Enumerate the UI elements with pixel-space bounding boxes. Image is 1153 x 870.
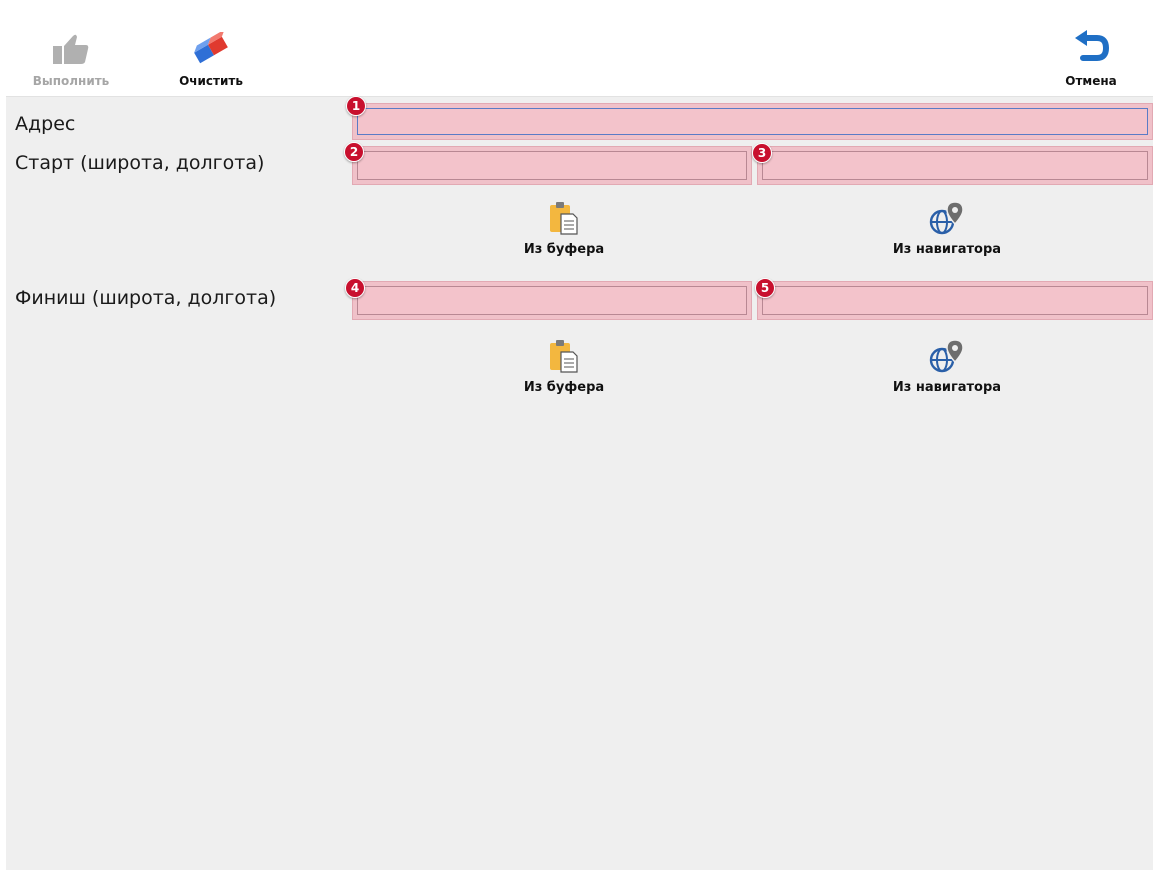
address-label: Адрес	[15, 113, 76, 135]
finish-label: Финиш (широта, долгота)	[15, 287, 277, 309]
clear-button[interactable]: Очистить	[166, 10, 256, 96]
eraser-icon	[191, 22, 231, 66]
start-clipboard-label: Из буфера	[523, 242, 605, 257]
finish-lat-input[interactable]	[357, 286, 747, 315]
execute-label: Выполнить	[32, 74, 110, 88]
clipboard-icon	[547, 200, 581, 236]
clear-label: Очистить	[179, 74, 243, 88]
start-lat-input[interactable]	[357, 151, 747, 180]
start-navigator-label: Из навигатора	[892, 242, 1002, 257]
app-window: Выполнить Очистить Отмена Адрес 1 Старт …	[6, 10, 1153, 870]
finish-lon-input[interactable]	[762, 286, 1148, 315]
finish-from-navigator-button[interactable]: Из навигатора	[867, 338, 1027, 395]
thumbs-up-icon	[51, 22, 91, 66]
start-from-navigator-button[interactable]: Из навигатора	[867, 200, 1027, 257]
cancel-label: Отмена	[1065, 74, 1117, 88]
field-badge-2: 2	[344, 142, 364, 162]
field-badge-5: 5	[755, 278, 775, 298]
undo-arrow-icon	[1071, 22, 1111, 66]
start-lon-input[interactable]	[762, 151, 1148, 180]
finish-clipboard-label: Из буфера	[523, 380, 605, 395]
start-lon-field-container	[757, 146, 1153, 185]
address-field-container	[352, 103, 1153, 140]
globe-pin-icon	[927, 338, 967, 374]
finish-lat-field-container	[352, 281, 752, 320]
field-badge-3: 3	[752, 143, 772, 163]
address-input[interactable]	[357, 108, 1148, 135]
start-label: Старт (широта, долгота)	[15, 152, 265, 174]
start-from-clipboard-button[interactable]: Из буфера	[484, 200, 644, 257]
clipboard-icon	[547, 338, 581, 374]
finish-navigator-label: Из навигатора	[892, 380, 1002, 395]
start-lat-field-container	[352, 146, 752, 185]
toolbar: Выполнить Очистить Отмена	[6, 10, 1153, 97]
field-badge-1: 1	[346, 96, 366, 116]
globe-pin-icon	[927, 200, 967, 236]
finish-from-clipboard-button[interactable]: Из буфера	[484, 338, 644, 395]
execute-button[interactable]: Выполнить	[26, 10, 116, 96]
finish-lon-field-container	[757, 281, 1153, 320]
cancel-button[interactable]: Отмена	[1046, 10, 1136, 96]
field-badge-4: 4	[345, 278, 365, 298]
